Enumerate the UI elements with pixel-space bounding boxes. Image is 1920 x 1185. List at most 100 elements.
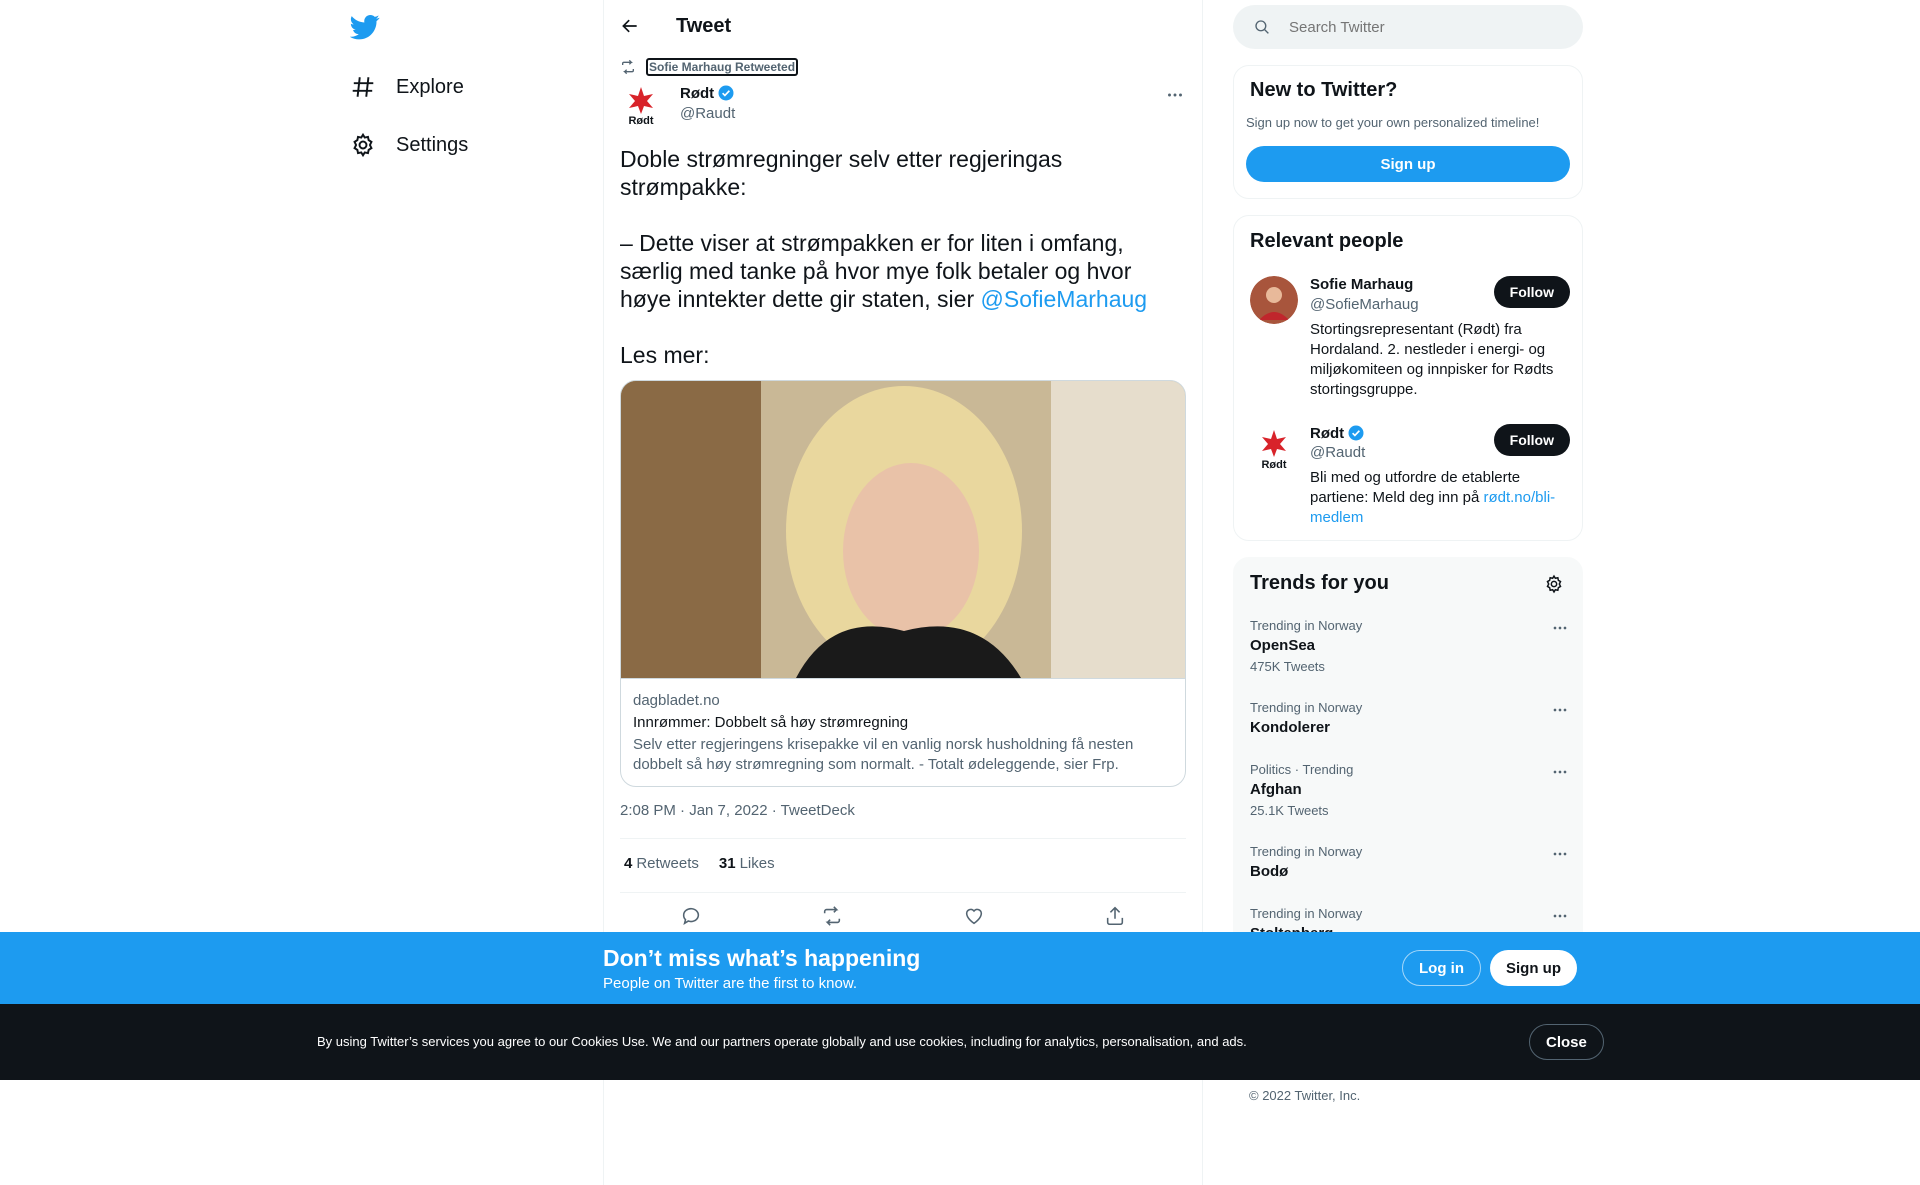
more-options-icon[interactable]	[1550, 618, 1570, 638]
person-name[interactable]: Sofie Marhaug	[1310, 276, 1413, 293]
search-icon	[1255, 20, 1269, 34]
more-options-icon[interactable]	[1164, 84, 1186, 106]
likes-stat[interactable]: 31 Likes	[719, 855, 775, 872]
avatar-text: Rødt	[1261, 459, 1286, 471]
banner-title: Don’t miss what’s happening	[603, 945, 921, 971]
avatar-text: Rødt	[628, 115, 653, 126]
card-description: Selv etter regjeringens krisepakke vil e…	[633, 736, 1134, 773]
card-domain: dagbladet.no	[633, 692, 720, 709]
author-name[interactable]: Rødt	[680, 84, 735, 102]
nav-settings[interactable]: Settings	[350, 120, 468, 170]
person-handle[interactable]: @Raudt	[1310, 444, 1365, 461]
back-arrow-icon[interactable]	[620, 16, 640, 36]
sidebar-signup-button[interactable]: Sign up	[1246, 146, 1570, 182]
trend-name: Afghan	[1250, 781, 1302, 798]
likes-count: 31	[718, 855, 736, 872]
trend-context: Trending in Norway	[1250, 700, 1363, 715]
card-body: dagbladet.no Innrømmer: Dobbelt så høy s…	[621, 678, 1185, 786]
more-options-icon[interactable]	[1550, 844, 1570, 864]
trend-count: 25.1K Tweets	[1250, 803, 1329, 818]
more-options-icon[interactable]	[1550, 700, 1570, 720]
nav-explore[interactable]: Explore	[350, 62, 464, 112]
retweets-stat[interactable]: 4 Retweets	[624, 855, 699, 872]
new-to-twitter-title: New to Twitter?	[1250, 79, 1398, 101]
person-name-text: Rødt	[1310, 424, 1345, 442]
author-avatar[interactable]: Rødt	[620, 84, 662, 126]
trend-item[interactable]: Trending in Norway OpenSea 475K Tweets	[1250, 618, 1570, 675]
cookie-banner: By using Twitter’s services you agree to…	[0, 1004, 1920, 1080]
retweeted-by-link[interactable]: Sofie Marhaug Retweeted	[646, 58, 799, 76]
twitter-bird-icon[interactable]	[350, 12, 380, 42]
card-photo	[621, 381, 1185, 678]
trends-title: Trends for you	[1250, 572, 1389, 594]
share-icon[interactable]	[1104, 905, 1126, 927]
trend-context: Trending in Norway	[1250, 618, 1363, 633]
trend-context: Trending in Norway	[1250, 906, 1363, 921]
tweet-text: Doble strømregninger selv etter regjerin…	[620, 145, 1180, 369]
person-name[interactable]: Rødt	[1310, 424, 1365, 442]
signup-button[interactable]: Sign up	[1490, 950, 1577, 986]
gear-icon[interactable]	[1544, 574, 1564, 594]
follow-button[interactable]: Follow	[1493, 276, 1570, 308]
more-options-icon[interactable]	[1550, 906, 1570, 926]
trend-count: 475K Tweets	[1250, 659, 1325, 674]
relevant-people-panel: Relevant people Sofie Marhaug @SofieMarh…	[1233, 215, 1583, 541]
person-bio: Stortingsrepresentant (Rødt) fra Hordala…	[1310, 321, 1554, 398]
person-handle[interactable]: @SofieMarhaug	[1310, 296, 1419, 313]
trend-context: Politics · Trending	[1250, 762, 1354, 777]
tweet-text-part-2: Les mer:	[620, 342, 710, 368]
relevant-people-title: Relevant people	[1250, 230, 1404, 252]
retweet-context: Sofie Marhaug Retweeted	[620, 58, 799, 76]
trend-name: Bodø	[1250, 863, 1289, 880]
hashtag-icon	[352, 77, 374, 97]
card-title: Innrømmer: Dobbelt så høy strømregning	[633, 714, 909, 731]
nav-explore-label: Explore	[396, 75, 464, 98]
reply-icon[interactable]	[680, 905, 702, 927]
trend-item[interactable]: Politics · Trending Afghan 25.1K Tweets	[1250, 762, 1570, 819]
retweet-action-icon[interactable]	[821, 905, 843, 927]
signup-banner: Don’t miss what’s happening People on Tw…	[0, 932, 1920, 1004]
more-options-icon[interactable]	[1550, 762, 1570, 782]
trends-panel: Trends for you Trending in Norway OpenSe…	[1233, 557, 1583, 977]
gear-icon	[353, 132, 373, 158]
verified-badge-icon	[718, 85, 734, 101]
avatar[interactable]: Rødt	[1250, 424, 1298, 472]
card-image	[621, 381, 1185, 678]
tweet-actions	[620, 905, 1186, 927]
new-to-twitter-panel: New to Twitter? Sign up now to get your …	[1233, 65, 1583, 199]
trend-context: Trending in Norway	[1250, 844, 1363, 859]
like-icon[interactable]	[963, 905, 985, 927]
search-box[interactable]	[1233, 5, 1583, 49]
page-title: Tweet	[676, 15, 732, 37]
new-to-twitter-subtitle: Sign up now to get your own personalized…	[1246, 115, 1540, 130]
copyright: © 2022 Twitter, Inc.	[1249, 1088, 1361, 1103]
author-handle[interactable]: @Raudt	[680, 105, 735, 122]
nav-settings-label: Settings	[396, 133, 469, 156]
retweets-label: Retweets	[636, 855, 699, 872]
likes-label: Likes	[739, 855, 775, 872]
mention-link[interactable]: @SofieMarhaug	[981, 286, 1148, 312]
tweet-timestamp[interactable]: 2:08 PM · Jan 7, 2022 · TweetDeck	[620, 802, 855, 819]
person-name-text: Sofie Marhaug	[1310, 276, 1414, 293]
search-input[interactable]	[1289, 18, 1549, 36]
person-bio: Bli med og utfordre de etablerte partien…	[1310, 468, 1570, 528]
retweet-icon	[622, 59, 634, 75]
divider	[620, 838, 1186, 839]
verified-badge-icon	[1348, 425, 1364, 441]
follow-button[interactable]: Follow	[1493, 424, 1570, 456]
cookie-text: By using Twitter’s services you agree to…	[317, 1034, 1247, 1049]
trend-item[interactable]: Trending in Norway Bodø	[1250, 844, 1570, 882]
trend-name: OpenSea	[1250, 637, 1316, 654]
tweet-stats: 4 Retweets 31 Likes	[624, 855, 775, 872]
retweets-count: 4	[624, 855, 633, 872]
avatar[interactable]	[1250, 276, 1298, 324]
author-name-text: Rødt	[680, 84, 715, 102]
link-card[interactable]: dagbladet.no Innrømmer: Dobbelt så høy s…	[620, 380, 1186, 787]
login-button[interactable]: Log in	[1402, 950, 1481, 986]
trend-item[interactable]: Trending in Norway Kondolerer	[1250, 700, 1570, 738]
banner-subtitle: People on Twitter are the first to know.	[603, 975, 858, 992]
tweet-header: Tweet	[604, 0, 1202, 53]
close-button[interactable]: Close	[1529, 1024, 1604, 1060]
trend-name: Kondolerer	[1250, 719, 1331, 736]
divider	[620, 892, 1186, 893]
